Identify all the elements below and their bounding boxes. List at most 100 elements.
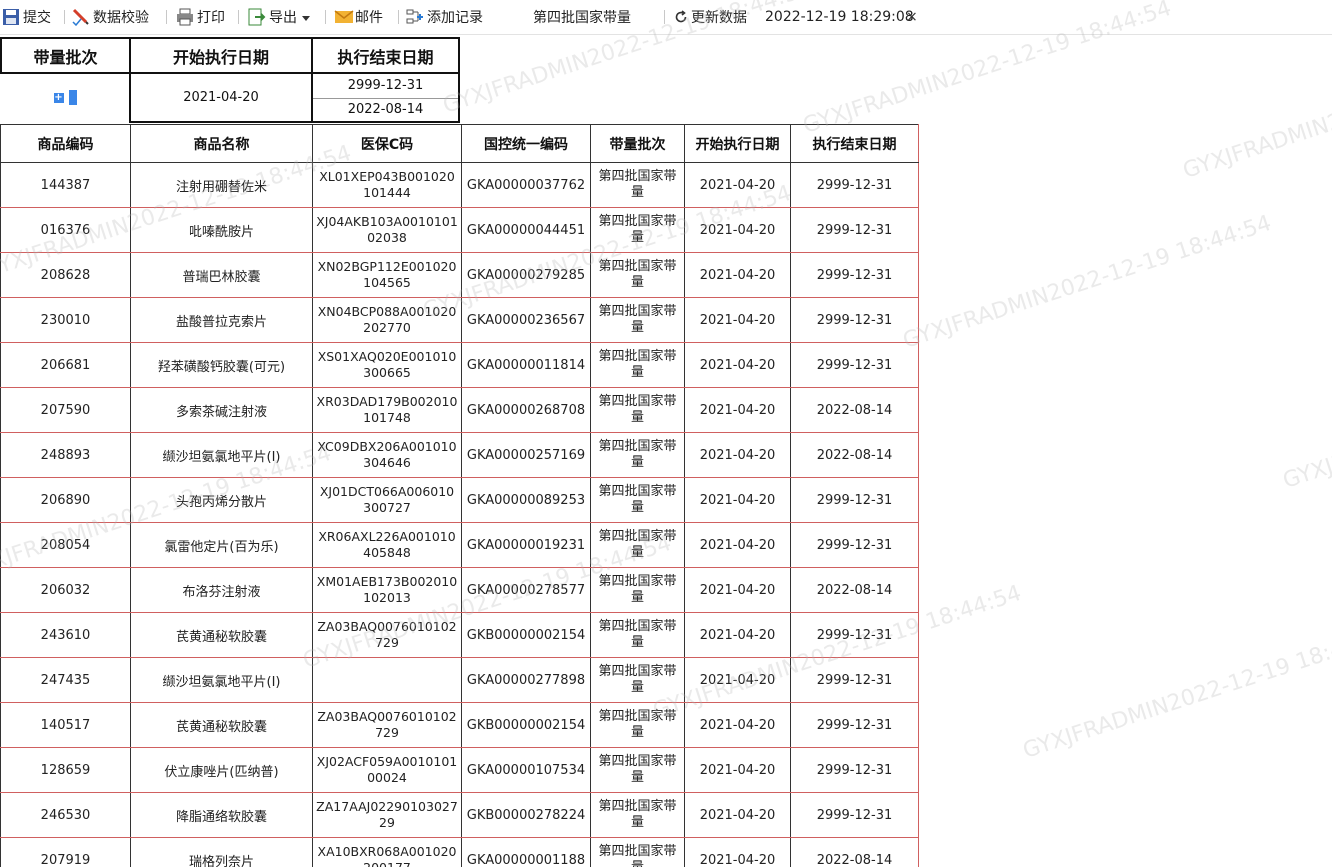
cell-end-date: 2999-12-31 — [790, 522, 919, 568]
cell-end-date: 2022-08-14 — [790, 567, 919, 613]
cell-unified-code: GKA00000279285 — [461, 252, 591, 298]
cell-unified-code: GKA00000236567 — [461, 297, 591, 343]
cell-insurance-c-code: XM01AEB173B002010102013 — [312, 567, 462, 613]
end-date-value: 2999-12-31 — [311, 72, 460, 99]
expand-icon[interactable]: + — [53, 92, 64, 103]
cell-start-date: 2021-04-20 — [684, 837, 791, 867]
cell-product-code: 128659 — [0, 747, 131, 793]
column-header-insurance-c-code[interactable]: 医保C码 — [312, 124, 462, 163]
add-record-button[interactable]: 添加记录 — [406, 0, 483, 34]
export-label: 导出 — [269, 10, 297, 26]
table-row[interactable]: 248893 缬沙坦氨氯地平片(Ⅰ) XC09DBX206A001010304646… — [0, 432, 919, 478]
table-row[interactable]: 246530 降脂通络软胶囊 ZA17AAJ0229010302729 GKB0000… — [0, 792, 919, 838]
cell-insurance-c-code: XN02BGP112E001020104565 — [312, 252, 462, 298]
cell-end-date: 2999-12-31 — [790, 612, 919, 658]
column-header-product-code[interactable]: 商品编码 — [0, 124, 131, 163]
cell-unified-code: GKA00000257169 — [461, 432, 591, 478]
cell-product-code: 016376 — [0, 207, 131, 253]
cell-product-name: 多索茶碱注射液 — [130, 387, 313, 433]
cell-start-date: 2021-04-20 — [684, 612, 791, 658]
cell-batch: 第四批国家带量 — [590, 207, 685, 253]
cell-batch: 第四批国家带量 — [590, 747, 685, 793]
cell-product-code: 207590 — [0, 387, 131, 433]
mail-label: 邮件 — [355, 10, 383, 26]
submit-button[interactable]: 提交 — [2, 0, 51, 34]
column-header-product-name[interactable]: 商品名称 — [130, 124, 313, 163]
toolbar-divider — [238, 10, 239, 24]
cell-batch: 第四批国家带量 — [590, 477, 685, 523]
table-row[interactable]: 206890 头孢丙烯分散片 XJ01DCT066A006010300727 GKA0… — [0, 477, 919, 523]
table-row[interactable]: 230010 盐酸普拉克索片 XN04BCP088A001020202770 GKA0… — [0, 297, 919, 343]
cell-unified-code: GKB00000002154 — [461, 702, 591, 748]
cell-start-date: 2021-04-20 — [684, 387, 791, 433]
refresh-icon — [674, 10, 688, 24]
cell-insurance-c-code: ZA03BAQ0076010102729 — [312, 702, 462, 748]
table-row[interactable]: 128659 伏立康唑片(匹纳普) XJ02ACF059A001010100024 G… — [0, 747, 919, 793]
submit-label: 提交 — [23, 10, 51, 26]
cell-insurance-c-code: XR03DAD179B002010101748 — [312, 387, 462, 433]
cell-batch: 第四批国家带量 — [590, 432, 685, 478]
validate-button[interactable]: 数据校验 — [72, 0, 149, 34]
mail-button[interactable]: 邮件 — [334, 0, 383, 34]
cell-start-date: 2021-04-20 — [684, 747, 791, 793]
batch-cell[interactable]: + — [1, 72, 131, 123]
table-row[interactable]: 207919瑞格列奈片XA10BXR068A001020200177GKA000… — [0, 837, 919, 867]
column-header-batch[interactable]: 带量批次 — [590, 124, 685, 163]
print-button[interactable]: 打印 — [176, 0, 225, 34]
cell-batch: 第四批国家带量 — [590, 567, 685, 613]
cell-batch: 第四批国家带量 — [590, 702, 685, 748]
cell-insurance-c-code: ZA17AAJ0229010302729 — [312, 792, 462, 838]
export-dropdown[interactable]: 导出 — [248, 0, 310, 34]
cell-unified-code: GKB00000002154 — [461, 612, 591, 658]
table-row[interactable]: 243610 芪黄通秘软胶囊 ZA03BAQ0076010102729 GKB0000… — [0, 612, 919, 658]
cell-unified-code: GKA00000278577 — [461, 567, 591, 613]
toolbar-divider — [64, 10, 65, 24]
table-row[interactable]: 206032 布洛芬注射液 XM01AEB173B002010102013 GKA00… — [0, 567, 919, 613]
cell-unified-code: GKA00000044451 — [461, 207, 591, 253]
cell-product-name: 降脂通络软胶囊 — [130, 792, 313, 838]
start-date-value: 2021-04-20 — [129, 72, 313, 123]
cell-product-code: 206890 — [0, 477, 131, 523]
column-header-start-date[interactable]: 开始执行日期 — [684, 124, 791, 163]
cell-end-date: 2999-12-31 — [790, 702, 919, 748]
cell-start-date: 2021-04-20 — [684, 297, 791, 343]
export-icon — [248, 8, 266, 26]
cell-start-date: 2021-04-20 — [684, 702, 791, 748]
cell-product-name: 缬沙坦氨氯地平片(Ⅰ) — [130, 432, 313, 478]
column-header-end-date[interactable]: 执行结束日期 — [790, 124, 919, 163]
column-header-unified-code[interactable]: 国控统一编码 — [461, 124, 591, 163]
cell-start-date: 2021-04-20 — [684, 657, 791, 703]
cell-start-date: 2021-04-20 — [684, 342, 791, 388]
table-row[interactable]: 207590 多索茶碱注射液 XR03DAD179B002010101748 GKA0… — [0, 387, 919, 433]
report-title: 第四批国家带量 — [533, 10, 631, 26]
cell-product-code: 206681 — [0, 342, 131, 388]
cell-start-date: 2021-04-20 — [684, 432, 791, 478]
cell-unified-code: GKA00000037762 — [461, 162, 591, 208]
cell-product-name: 伏立康唑片(匹纳普) — [130, 747, 313, 793]
table-row[interactable]: 140517 芪黄通秘软胶囊 ZA03BAQ0076010102729 GKB0000… — [0, 702, 919, 748]
cell-batch: 第四批国家带量 — [590, 522, 685, 568]
close-icon[interactable]: × — [906, 0, 918, 34]
cell-product-code: 243610 — [0, 612, 131, 658]
table-row[interactable]: 208054 氯雷他定片(百为乐) XR06AXL226A001010405848 G… — [0, 522, 919, 568]
cell-insurance-c-code: ZA03BAQ0076010102729 — [312, 612, 462, 658]
cell-insurance-c-code: XA10BXR068A001020200177 — [312, 837, 462, 867]
cell-product-code: 207919 — [0, 837, 131, 867]
cell-start-date: 2021-04-20 — [684, 792, 791, 838]
table-row[interactable]: 208628 普瑞巴林胶囊 XN02BGP112E001020104565 GKA00… — [0, 252, 919, 298]
save-icon — [2, 8, 20, 26]
cell-end-date: 2999-12-31 — [790, 207, 919, 253]
table-row[interactable]: 016376 吡嗪酰胺片 XJ04AKB103A001010102038 GKA000… — [0, 207, 919, 253]
table-row[interactable]: 247435 缬沙坦氨氯地平片(Ⅰ) GKA00000277898 第四批国家带量 20… — [0, 657, 919, 703]
table-row[interactable]: 206681 羟苯磺酸钙胶囊(可元) XS01XAQ020E001010300665… — [0, 342, 919, 388]
watermark-text: GYXJFRADMIN2022-12-19 18:44:54 — [900, 210, 1275, 354]
header-batch: 带量批次 — [0, 37, 131, 74]
cell-unified-code: GKA00000277898 — [461, 657, 591, 703]
toolbar: 提交 数据校验 打印 导出 邮件 添加记录 第四批国家带量 更新数据 2022-… — [0, 0, 1332, 35]
cell-product-code: 247435 — [0, 657, 131, 703]
cell-product-name: 头孢丙烯分散片 — [130, 477, 313, 523]
refresh-button[interactable]: 更新数据 — [674, 0, 747, 34]
table-row[interactable]: 144387 注射用硼替佐米 XL01XEP043B001020101444 GKA0… — [0, 162, 919, 208]
cell-product-name: 布洛芬注射液 — [130, 567, 313, 613]
cell-end-date: 2022-08-14 — [790, 432, 919, 478]
